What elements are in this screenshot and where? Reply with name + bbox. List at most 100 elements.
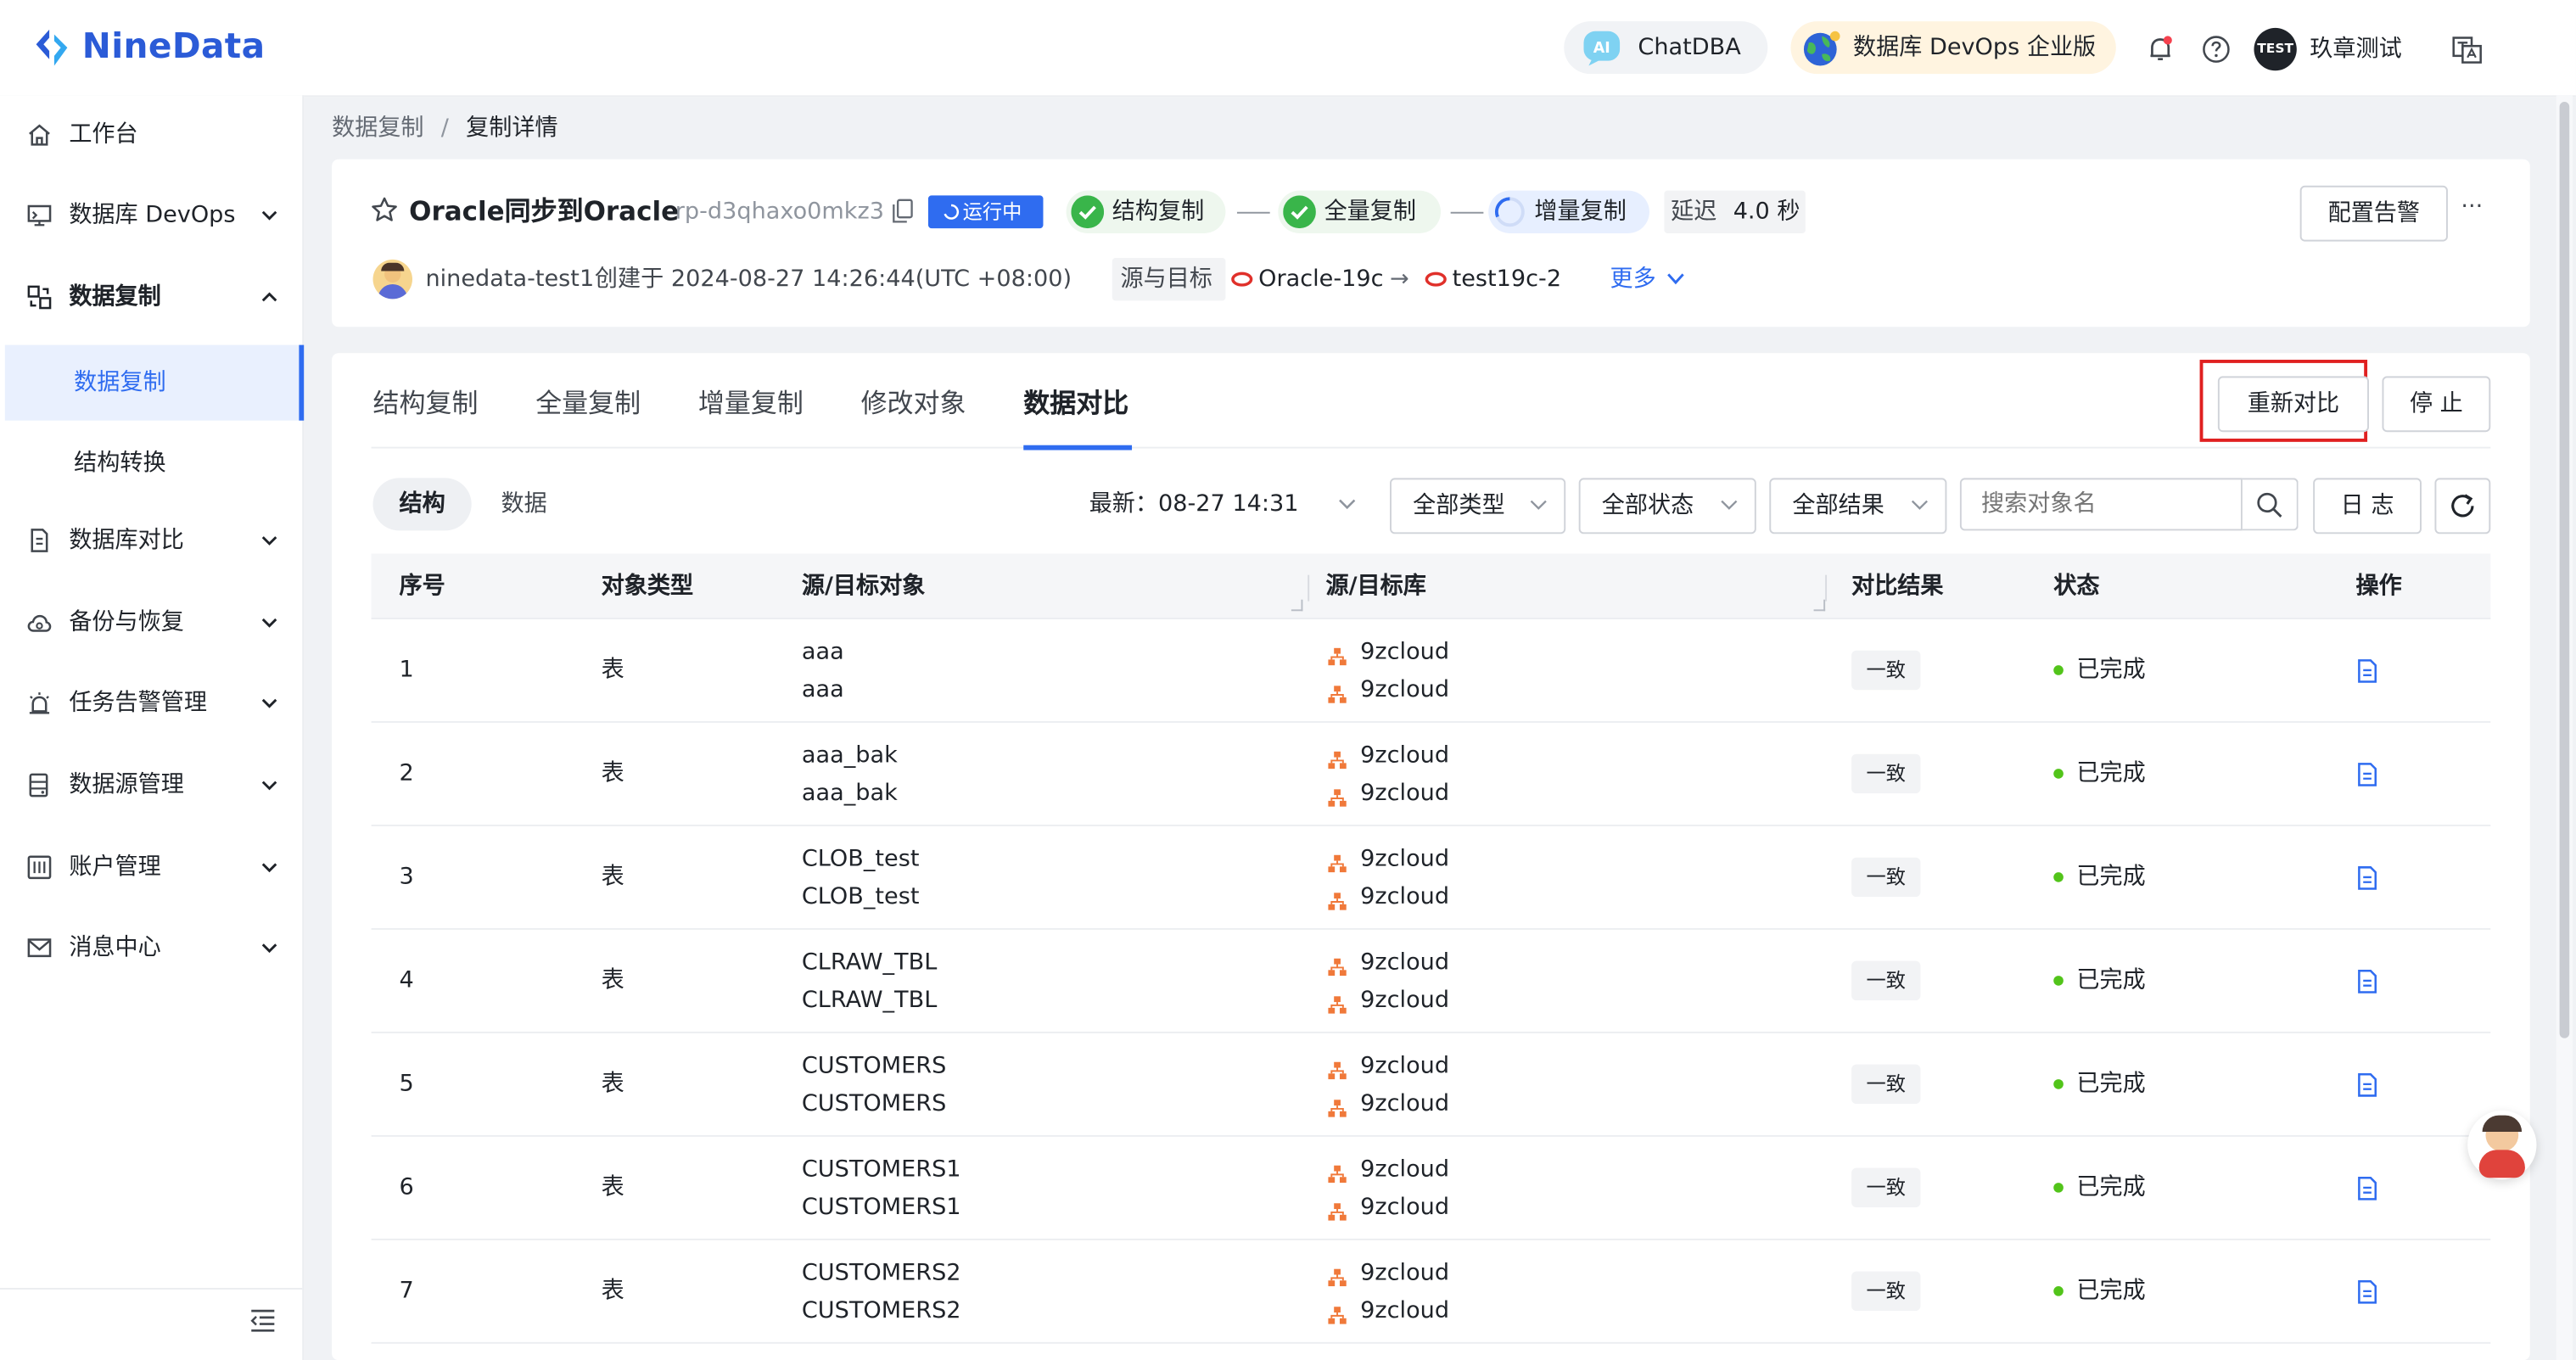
row-status: 已完成 (2076, 760, 2146, 787)
sidebar-item-alerts[interactable]: 任务告警管理 (0, 667, 302, 739)
chatdba-ai-icon: AI (1583, 31, 1621, 66)
tab-schema-replication[interactable]: 结构复制 (373, 386, 479, 423)
row-source-object: CUSTOMERS (801, 1053, 947, 1080)
latest-compare-selector[interactable]: 最新：08-27 14:31 (1089, 488, 1299, 521)
collapse-sidebar-icon[interactable] (249, 1309, 276, 1332)
schema-db-icon (1327, 1301, 1347, 1324)
stop-button[interactable]: 停 止 (2382, 376, 2491, 433)
chevron-down-icon (261, 536, 277, 546)
row-number: 2 (399, 760, 414, 787)
schema-db-icon (1327, 1263, 1347, 1287)
more-details-link[interactable]: 更多 (1610, 263, 1684, 296)
document-detail-icon[interactable] (2356, 969, 2379, 993)
type-filter-select[interactable]: 全部类型 (1390, 478, 1566, 534)
column-header-action: 操作 (2355, 573, 2402, 600)
refresh-button[interactable] (2434, 478, 2491, 534)
owner-avatar (372, 259, 412, 299)
edition-button[interactable]: 数据库 DevOps 企业版 (1790, 21, 2116, 75)
tab-incremental-replication[interactable]: 增量复制 (698, 386, 804, 423)
log-button[interactable]: 日 志 (2313, 478, 2422, 534)
more-menu-button[interactable]: ··· (2461, 193, 2483, 220)
scrollbar-thumb[interactable] (2559, 102, 2570, 1038)
document-detail-icon[interactable] (2356, 1279, 2379, 1304)
sidebar-item-devops[interactable]: 数据库 DevOps (0, 179, 302, 251)
row-number: 7 (399, 1278, 414, 1305)
row-status: 已完成 (2076, 967, 2146, 994)
subtab-data[interactable]: 数据 (501, 488, 547, 521)
document-detail-icon[interactable] (2356, 1176, 2379, 1200)
tab-full-replication[interactable]: 全量复制 (535, 386, 641, 423)
sidebar-item-messages[interactable]: 消息中心 (0, 912, 302, 984)
schema-db-icon (1327, 849, 1347, 873)
sidebar-item-label: 账户管理 (69, 853, 161, 881)
column-resize-handle[interactable] (1813, 599, 1826, 612)
document-detail-icon[interactable] (2356, 762, 2379, 786)
home-icon (29, 124, 50, 146)
document-detail-icon[interactable] (2356, 658, 2379, 683)
configure-alert-button[interactable]: 配置告警 (2299, 185, 2448, 242)
compare-result-badge: 一致 (1851, 1064, 1921, 1105)
tab-data-compare[interactable]: 数据对比 (1023, 386, 1128, 423)
schema-db-icon (1327, 746, 1347, 770)
sidebar-subitem-schema-convert[interactable]: 结构转换 (5, 425, 302, 501)
breadcrumb-parent[interactable]: 数据复制 (332, 115, 423, 142)
chevron-down-icon (261, 781, 277, 791)
search-button[interactable] (2242, 478, 2299, 531)
row-number: 5 (399, 1071, 414, 1098)
tab-modify-objects[interactable]: 修改对象 (861, 386, 966, 423)
row-number: 6 (399, 1174, 414, 1201)
column-header-status: 状态 (2053, 573, 2100, 600)
support-assistant-button[interactable] (2467, 1110, 2537, 1183)
phase-schema[interactable]: 结构复制 (1066, 190, 1226, 233)
row-status: 已完成 (2076, 1278, 2146, 1305)
sidebar-item-db-compare[interactable]: 数据库对比 (0, 504, 302, 576)
bell-icon[interactable] (2146, 35, 2176, 64)
sidebar-item-accounts[interactable]: 账户管理 (0, 831, 302, 904)
subtab-structure[interactable]: 结构 (372, 478, 472, 531)
task-name: Oracle同步到Oracle (409, 195, 680, 227)
page-scrollbar[interactable] (2556, 95, 2573, 1360)
schema-db-icon (1327, 1094, 1347, 1117)
search-icon (2257, 492, 2282, 518)
arrow-right-icon: → (1390, 266, 1409, 293)
status-dot (2053, 872, 2064, 882)
row-status: 已完成 (2076, 1174, 2146, 1201)
target-datasource[interactable]: test19c-2 (1453, 263, 1561, 296)
copy-icon[interactable] (892, 199, 913, 223)
row-target-object: CUSTOMERS2 (801, 1297, 961, 1324)
row-source-object: CLOB_test (801, 846, 920, 873)
user-avatar[interactable]: TEST (2254, 27, 2297, 71)
star-icon[interactable] (370, 195, 400, 225)
document-detail-icon[interactable] (2356, 1072, 2379, 1097)
phase-incremental[interactable]: 增量复制 (1488, 190, 1649, 233)
row-source-object: CUSTOMERS2 (801, 1260, 961, 1287)
status-filter-select[interactable]: 全部状态 (1578, 478, 1756, 534)
compare-result-badge: 一致 (1851, 1167, 1921, 1208)
search-input[interactable] (1959, 478, 2243, 531)
source-datasource[interactable]: Oracle-19c (1258, 263, 1383, 296)
compare-result-badge: 一致 (1851, 1271, 1921, 1312)
user-name[interactable]: 玖章测试 (2310, 33, 2401, 66)
sidebar-item-replication[interactable]: 数据复制 (0, 261, 302, 333)
result-filter-select[interactable]: 全部结果 (1769, 478, 1947, 534)
chatdba-button[interactable]: AI ChatDBA (1564, 21, 1768, 75)
sidebar-item-backup[interactable]: 备份与恢复 (0, 586, 302, 658)
column-resize-handle[interactable] (1291, 599, 1303, 612)
task-created-time: 创建于 2024-08-27 14:26:44(UTC +08:00) (594, 266, 1072, 293)
recompare-button[interactable]: 重新对比 (2217, 376, 2370, 433)
help-icon[interactable] (2202, 35, 2232, 64)
sidebar-item-workbench[interactable]: 工作台 (0, 98, 302, 171)
language-switch-icon[interactable] (2451, 33, 2484, 66)
sidebar-subitem-replication[interactable]: 数据复制 (4, 344, 305, 421)
row-target-db: 9zcloud (1360, 780, 1450, 807)
breadcrumb-separator: / (440, 115, 449, 142)
row-object-type: 表 (601, 1278, 624, 1305)
selected-indicator (299, 344, 305, 421)
schema-db-icon (1327, 991, 1347, 1014)
chevron-down-icon[interactable] (1337, 496, 1357, 512)
sidebar-item-datasource[interactable]: 数据源管理 (0, 749, 302, 821)
document-detail-icon[interactable] (2356, 865, 2379, 890)
row-number: 1 (399, 657, 414, 684)
phase-full[interactable]: 全量复制 (1278, 190, 1442, 233)
brand-name[interactable]: NineData (82, 26, 266, 65)
